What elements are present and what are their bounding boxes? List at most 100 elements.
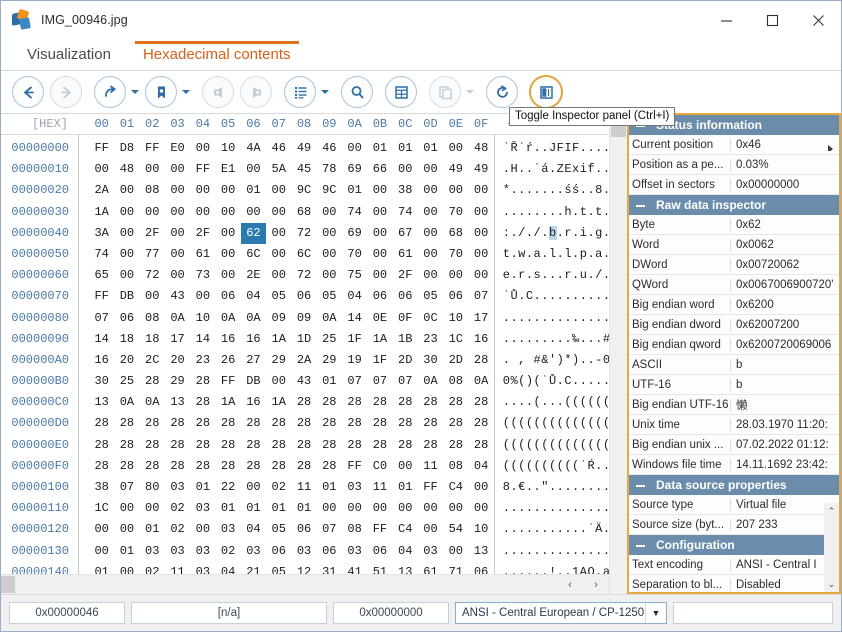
hex-byte-cell[interactable]: 02 <box>266 477 291 498</box>
inspector-row[interactable]: Position as a pe... 0.03% <box>629 155 839 175</box>
inspector-row[interactable]: Word 0x0062 <box>629 235 839 255</box>
ascii-row[interactable]: ((((((((((˙Ŕ.. <box>503 456 609 477</box>
hex-byte-cell[interactable]: 03 <box>241 541 266 562</box>
hex-byte-cell[interactable]: 00 <box>165 202 190 223</box>
hex-byte-cell[interactable]: 28 <box>140 456 165 477</box>
inspector-row[interactable]: Big endian word 0x6200 <box>629 295 839 315</box>
hex-byte-cell[interactable]: 1A <box>266 392 291 413</box>
hex-byte-cell[interactable]: 00 <box>393 159 418 180</box>
ascii-selected-char[interactable]: b <box>548 225 557 240</box>
hex-byte-cell[interactable]: 62 <box>240 222 267 244</box>
hex-byte-cell[interactable]: 1A <box>266 329 291 350</box>
hex-byte-cell[interactable]: 28 <box>468 413 493 434</box>
hex-byte-cell[interactable]: C0 <box>367 456 392 477</box>
hex-byte-cell[interactable]: 28 <box>190 413 215 434</box>
hex-byte-cell[interactable]: 0A <box>241 308 266 329</box>
hex-byte-cell[interactable]: 00 <box>114 519 139 540</box>
hex-byte-cell[interactable]: 18 <box>140 329 165 350</box>
hex-byte-cell[interactable]: 01 <box>241 498 266 519</box>
hex-byte-cell[interactable]: 03 <box>342 477 367 498</box>
inspector-row[interactable]: ASCII b <box>629 355 839 375</box>
hex-byte-cell[interactable]: 05 <box>266 562 291 574</box>
hex-byte-cell[interactable]: 72 <box>140 265 165 286</box>
hex-byte-cell[interactable]: 02 <box>165 519 190 540</box>
hex-byte-cell[interactable]: 03 <box>165 541 190 562</box>
hex-byte-cell[interactable]: 25 <box>114 371 139 392</box>
grid-icon[interactable] <box>385 76 417 108</box>
tab-hexadecimal-contents[interactable]: Hexadecimal contents <box>127 41 307 71</box>
list-view-dropdown-caret[interactable] <box>319 76 330 108</box>
hex-byte-cell[interactable]: 08 <box>342 519 367 540</box>
hex-byte-cell[interactable]: 0C <box>418 308 443 329</box>
ascii-row[interactable]: e.r.s...r.u./... <box>503 265 609 286</box>
hex-byte-cell[interactable]: FF <box>418 477 443 498</box>
hex-byte-cell[interactable]: 00 <box>89 159 114 180</box>
hex-byte-cell[interactable]: 00 <box>114 180 139 201</box>
hex-byte-cell[interactable]: 28 <box>317 392 342 413</box>
hex-byte-cell[interactable]: 28 <box>266 413 291 434</box>
inspector-group-header[interactable]: Raw data inspector <box>629 195 839 215</box>
magnifier-icon[interactable] <box>341 76 373 108</box>
hex-byte-cell[interactable]: 28 <box>418 435 443 456</box>
hex-byte-cell[interactable]: 03 <box>165 477 190 498</box>
hex-byte-cell[interactable]: 00 <box>266 223 291 244</box>
hex-byte-cell[interactable]: 00 <box>215 202 240 223</box>
hex-byte-cell[interactable]: 00 <box>140 202 165 223</box>
hex-byte-cell[interactable]: 00 <box>317 202 342 223</box>
inspector-row-value[interactable]: 懒 <box>731 397 839 413</box>
hex-byte-cell[interactable]: 28 <box>241 456 266 477</box>
hex-byte-cell[interactable]: C4 <box>393 519 418 540</box>
hex-row[interactable]: 1A 00 00 00 00 00 00 00 68 00 74 00 74 00 70 00 <box>89 202 494 223</box>
copy-icon[interactable] <box>429 76 461 108</box>
minus-icon[interactable] <box>635 480 646 491</box>
hex-byte-cell[interactable]: 00 <box>468 223 493 244</box>
ascii-row[interactable]: (((((((((((((((( <box>503 435 609 456</box>
hex-byte-cell[interactable]: 00 <box>266 244 291 265</box>
hex-byte-cell[interactable]: 00 <box>241 159 266 180</box>
refresh-icon[interactable] <box>486 76 518 108</box>
expander-triangle-icon[interactable] <box>828 144 833 151</box>
prev-bookmark-button[interactable] <box>202 76 234 108</box>
hex-byte-cell[interactable]: 00 <box>418 180 443 201</box>
inspector-row[interactable]: Big endian unix ... 07.02.2022 01:12: <box>629 435 839 455</box>
inspector-row[interactable]: Big endian dword 0x62007200 <box>629 315 839 335</box>
hex-byte-cell[interactable]: 00 <box>266 202 291 223</box>
inspector-scroll-down-button[interactable]: ⌄ <box>824 576 839 592</box>
hex-byte-cell[interactable]: 6C <box>291 244 316 265</box>
hex-byte-cell[interactable]: 28 <box>291 392 316 413</box>
inspector-scroll-up-button[interactable]: ⌃ <box>824 503 839 519</box>
hex-byte-cell[interactable]: FF <box>215 371 240 392</box>
hex-byte-cell[interactable]: 70 <box>443 202 468 223</box>
goto-button[interactable] <box>94 76 126 108</box>
hex-byte-cell[interactable]: 05 <box>266 286 291 307</box>
hex-byte-cell[interactable]: 16 <box>241 392 266 413</box>
hex-byte-cell[interactable]: 06 <box>393 286 418 307</box>
hex-byte-cell[interactable]: 10 <box>468 519 493 540</box>
hex-byte-cell[interactable]: E1 <box>215 159 240 180</box>
inspector-row[interactable]: Current position 0x46 <box>629 135 839 155</box>
hex-byte-cell[interactable]: 30 <box>418 350 443 371</box>
minus-icon[interactable] <box>635 200 646 211</box>
hex-row[interactable]: FF DB 00 43 00 06 04 05 06 05 04 06 06 05 06 07 <box>89 286 494 307</box>
back-button[interactable] <box>12 76 44 108</box>
hex-byte-cell[interactable]: 17 <box>468 308 493 329</box>
hex-byte-cell[interactable]: 1F <box>367 350 392 371</box>
hex-byte-cell[interactable]: 00 <box>418 202 443 223</box>
hex-byte-cell[interactable]: 1F <box>342 329 367 350</box>
hex-byte-cell[interactable]: 10 <box>443 308 468 329</box>
ascii-row[interactable]: :././.b.r.i.g.h. <box>503 223 609 244</box>
hex-byte-cell[interactable]: 1D <box>291 329 316 350</box>
hex-byte-cell[interactable]: 9C <box>291 180 316 201</box>
hex-byte-cell[interactable]: 0A <box>468 371 493 392</box>
hex-byte-cell[interactable]: 10 <box>215 138 240 159</box>
hex-byte-cell[interactable]: 00 <box>393 456 418 477</box>
hex-byte-cell[interactable]: 28 <box>367 392 392 413</box>
hex-byte-cell[interactable]: 43 <box>291 371 316 392</box>
hex-byte-cell[interactable]: 01 <box>393 477 418 498</box>
inspector-row[interactable]: Separation to bl...Disabled▼ <box>629 575 839 592</box>
hex-byte-cell[interactable]: 29 <box>317 350 342 371</box>
hex-byte-cell[interactable]: 0A <box>114 392 139 413</box>
hex-byte-cell[interactable]: 5A <box>266 159 291 180</box>
hex-byte-cell[interactable]: 13 <box>89 392 114 413</box>
hex-byte-cell[interactable]: 02 <box>165 498 190 519</box>
